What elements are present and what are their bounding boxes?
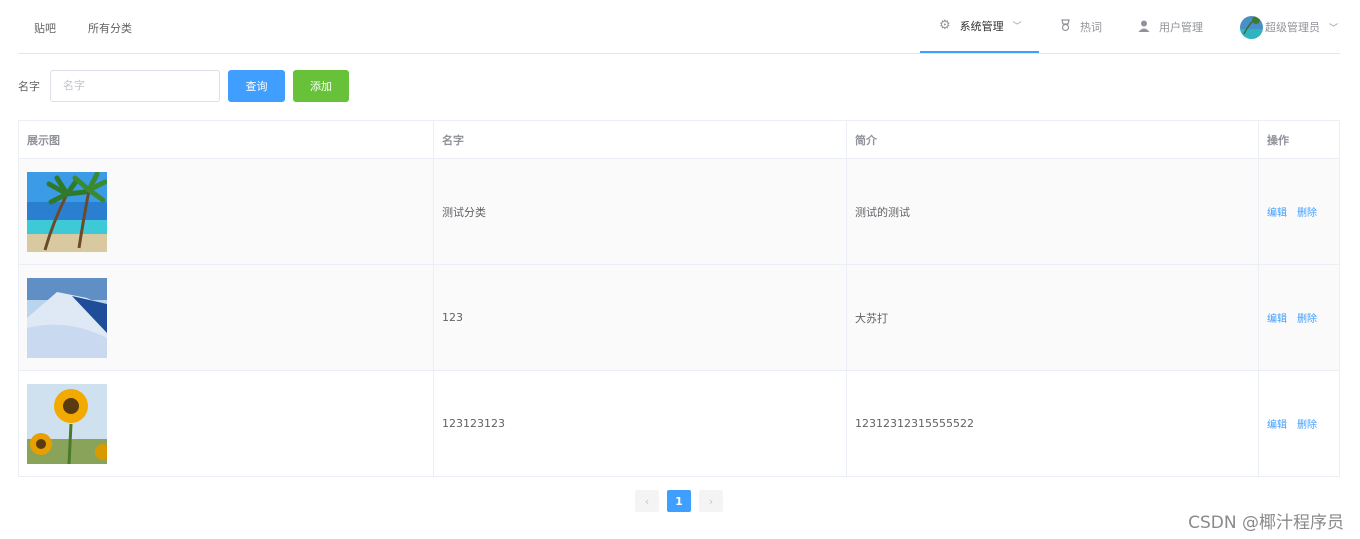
nav-tieba[interactable]: 贴吧 (18, 0, 72, 53)
gear-icon: ⚙ (939, 18, 951, 33)
edit-link[interactable]: 编辑 (1267, 204, 1287, 219)
nav-user-label: 用户管理 (1159, 21, 1203, 34)
medal-icon (1060, 19, 1071, 35)
snow-mountain-image (27, 277, 107, 358)
row-name: 测试分类 (434, 159, 847, 264)
row-name: 123 (434, 265, 847, 370)
table-row: 123 大苏打 编辑 删除 (19, 265, 1339, 371)
edit-link[interactable]: 编辑 (1267, 310, 1287, 325)
delete-link[interactable]: 删除 (1297, 204, 1317, 219)
nav-user-management[interactable]: 用户管理 (1119, 0, 1219, 54)
add-button[interactable]: 添加 (293, 69, 349, 102)
nav-system-menu[interactable]: ⚙ 系统管理 ﹀ (920, 0, 1039, 53)
name-search-input[interactable] (50, 69, 220, 102)
chevron-down-icon: ﹀ (1012, 22, 1022, 32)
search-form: 名字 查询 添加 (18, 69, 349, 102)
chevron-down-icon: ﹀ (1329, 23, 1339, 34)
column-header-name: 名字 (434, 121, 847, 158)
page-1-button[interactable]: 1 (667, 490, 691, 512)
pagination: ‹ 1 › (635, 490, 731, 512)
row-intro: 大苏打 (847, 265, 1259, 370)
query-button[interactable]: 查询 (228, 69, 285, 102)
column-header-image: 展示图 (19, 121, 434, 158)
delete-link[interactable]: 删除 (1297, 310, 1317, 325)
nav-hot-words[interactable]: 热词 (1039, 0, 1119, 54)
table-row: 123123123 12312312315555522 编辑 删除 (19, 371, 1339, 477)
row-intro: 12312312315555522 (847, 371, 1259, 476)
row-name: 123123123 (434, 371, 847, 476)
column-header-actions: 操作 (1267, 133, 1289, 147)
category-table: 展示图 名字 简介 操作 测试分类 测试的测试 编辑 删除 123 大苏打 编辑… (18, 120, 1340, 477)
nav-right: ⚙ 系统管理 ﹀ 热词 用户管理 超级管理员 ﹀ (920, 0, 1340, 54)
table-row: 测试分类 测试的测试 编辑 删除 (19, 159, 1339, 265)
delete-link[interactable]: 删除 (1297, 416, 1317, 431)
nav-system-label: 系统管理 (959, 19, 1004, 33)
search-label: 名字 (18, 79, 40, 93)
nav-admin-label: 超级管理员 (1265, 21, 1320, 34)
row-intro: 测试的测试 (847, 159, 1259, 264)
next-page-button[interactable]: › (699, 490, 723, 512)
table-header: 展示图 名字 简介 操作 (19, 121, 1339, 159)
user-icon (1138, 20, 1150, 35)
column-header-intro: 简介 (847, 121, 1259, 158)
nav-all-categories[interactable]: 所有分类 (72, 0, 148, 53)
avatar (1240, 15, 1263, 39)
prev-page-button[interactable]: ‹ (635, 490, 659, 512)
sunflower-image (27, 383, 107, 464)
nav-hot-label: 热词 (1080, 21, 1102, 34)
watermark: CSDN @椰汁程序员 (1188, 513, 1344, 533)
nav-admin-menu[interactable]: 超级管理员 ﹀ (1219, 0, 1340, 54)
palm-beach-image (27, 171, 107, 252)
top-nav: 贴吧 所有分类 ⚙ 系统管理 ﹀ 热词 用户管理 超级管理员 ﹀ (18, 0, 1340, 54)
edit-link[interactable]: 编辑 (1267, 416, 1287, 431)
nav-left: 贴吧 所有分类 (18, 0, 148, 54)
